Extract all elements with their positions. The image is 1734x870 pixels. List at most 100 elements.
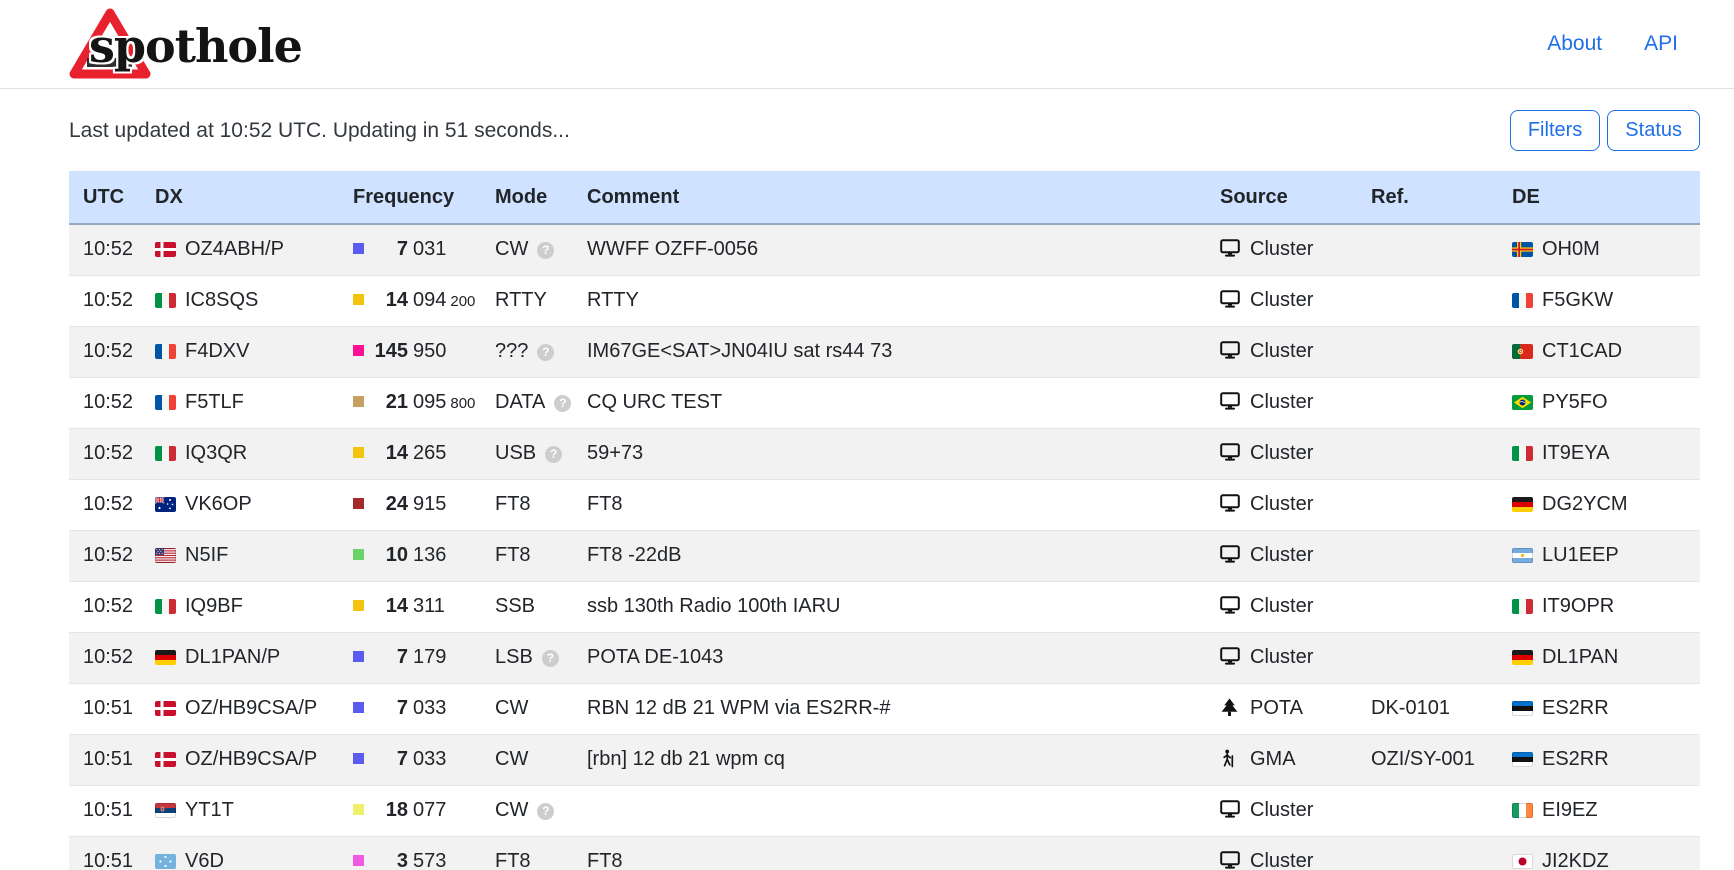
mode-label: LSB	[495, 646, 533, 668]
dx-callsign[interactable]: IQ3QR	[185, 442, 247, 464]
de-callsign[interactable]: LU1EEP	[1542, 544, 1619, 566]
freq-khz: 265	[413, 442, 446, 464]
ref-cell	[1357, 428, 1498, 479]
dx-callsign[interactable]: IQ9BF	[185, 595, 243, 617]
utc-cell: 10:52	[69, 632, 141, 683]
controls-row: Last updated at 10:52 UTC. Updating in 5…	[69, 110, 1700, 151]
de-callsign[interactable]: F5GKW	[1542, 289, 1613, 311]
de-callsign[interactable]: IT9EYA	[1542, 442, 1609, 464]
mode-help-icon[interactable]: ?	[537, 803, 554, 820]
status-button[interactable]: Status	[1607, 110, 1700, 151]
freq-mhz: 14	[369, 595, 408, 618]
dx-callsign[interactable]: YT1T	[185, 799, 234, 821]
de-callsign[interactable]: ES2RR	[1542, 748, 1609, 770]
de-callsign[interactable]: DG2YCM	[1542, 493, 1628, 515]
de-callsign[interactable]: IT9OPR	[1542, 595, 1614, 617]
freq-khz: 033	[413, 748, 446, 770]
tree-icon	[1220, 698, 1240, 717]
column-header-comment: Comment	[573, 171, 1206, 224]
de-callsign[interactable]: EI9EZ	[1542, 799, 1598, 821]
fr-flag-icon	[155, 344, 176, 359]
last-updated-text: Last updated at 10:52 UTC. Updating in 5…	[69, 119, 570, 143]
dx-callsign[interactable]: OZ/HB9CSA/P	[185, 697, 317, 719]
mode-help-icon[interactable]: ?	[537, 242, 554, 259]
de-callsign[interactable]: ES2RR	[1542, 697, 1609, 719]
freq-mhz: 14	[369, 442, 408, 465]
nav-link-api[interactable]: API	[1644, 32, 1678, 56]
de-callsign[interactable]: OH0M	[1542, 238, 1600, 260]
au-flag-icon	[155, 497, 176, 512]
spothole-logo[interactable]: spothole	[69, 6, 302, 82]
de-flag-icon	[155, 650, 176, 665]
de-callsign[interactable]: JI2KDZ	[1542, 850, 1609, 870]
pt-flag-icon	[1512, 344, 1533, 359]
brand-name: spothole	[89, 15, 302, 73]
band-color-square	[353, 498, 364, 509]
comment-cell: ssb 130th Radio 100th IARU	[573, 581, 1206, 632]
freq-mhz: 18	[369, 799, 408, 822]
dx-callsign[interactable]: F4DXV	[185, 340, 249, 362]
ee-flag-icon	[1512, 752, 1533, 767]
spot-row: 10:52 N5IF 10136 FT8 FT8 -22dB Cluster L…	[69, 530, 1700, 581]
mode-label: CW	[495, 799, 528, 821]
comment-cell: WWFF OZFF-0056	[573, 224, 1206, 275]
nav-link-about[interactable]: About	[1547, 32, 1602, 56]
band-color-square	[353, 549, 364, 560]
mode-help-icon[interactable]: ?	[545, 446, 562, 463]
top-bar: spothole About API	[0, 0, 1734, 89]
ref-cell	[1357, 632, 1498, 683]
source-label: Cluster	[1250, 493, 1313, 515]
ar-flag-icon	[1512, 548, 1533, 563]
ref-cell	[1357, 836, 1498, 870]
dx-callsign[interactable]: IC8SQS	[185, 289, 258, 311]
utc-cell: 10:52	[69, 428, 141, 479]
utc-cell: 10:52	[69, 530, 141, 581]
freq-khz: 915	[413, 493, 446, 515]
source-label: GMA	[1250, 748, 1296, 770]
filters-button[interactable]: Filters	[1510, 110, 1600, 151]
de-callsign[interactable]: CT1CAD	[1542, 340, 1622, 362]
source-label: Cluster	[1250, 340, 1313, 362]
dx-callsign[interactable]: F5TLF	[185, 391, 244, 413]
monitor-icon	[1220, 494, 1240, 513]
mode-help-icon[interactable]: ?	[542, 650, 559, 667]
band-color-square	[353, 600, 364, 611]
freq-khz: 095	[413, 391, 446, 413]
monitor-icon	[1220, 851, 1240, 870]
ref-cell	[1357, 275, 1498, 326]
column-header-source: Source	[1206, 171, 1357, 224]
source-label: Cluster	[1250, 544, 1313, 566]
dx-callsign[interactable]: V6D	[185, 850, 224, 870]
dx-callsign[interactable]: OZ/HB9CSA/P	[185, 748, 317, 770]
mode-help-icon[interactable]: ?	[554, 395, 571, 412]
ref-cell	[1357, 224, 1498, 275]
ee-flag-icon	[1512, 701, 1533, 716]
ax-flag-icon	[1512, 242, 1533, 257]
freq-mhz: 7	[369, 748, 408, 771]
de-callsign[interactable]: PY5FO	[1542, 391, 1608, 413]
de-flag-icon	[1512, 497, 1533, 512]
comment-cell	[573, 785, 1206, 836]
dx-callsign[interactable]: DL1PAN/P	[185, 646, 280, 668]
spot-row: 10:52 IC8SQS 14094200 RTTY RTTY Cluster …	[69, 275, 1700, 326]
utc-cell: 10:52	[69, 377, 141, 428]
monitor-icon	[1220, 341, 1240, 360]
de-flag-icon	[1512, 650, 1533, 665]
freq-mhz: 145	[369, 340, 408, 363]
dx-callsign[interactable]: N5IF	[185, 544, 228, 566]
freq-mhz: 7	[369, 697, 408, 720]
freq-khz: 031	[413, 238, 446, 260]
column-header-ref: Ref.	[1357, 171, 1498, 224]
dx-callsign[interactable]: OZ4ABH/P	[185, 238, 284, 260]
dx-callsign[interactable]: VK6OP	[185, 493, 252, 515]
comment-cell: RTTY	[573, 275, 1206, 326]
monitor-icon	[1220, 545, 1240, 564]
de-callsign[interactable]: DL1PAN	[1542, 646, 1618, 668]
source-label: Cluster	[1250, 289, 1313, 311]
monitor-icon	[1220, 239, 1240, 258]
utc-cell: 10:52	[69, 224, 141, 275]
mode-help-icon[interactable]: ?	[537, 344, 554, 361]
spot-row: 10:52 F5TLF 21095800 DATA? CQ URC TEST C…	[69, 377, 1700, 428]
utc-cell: 10:52	[69, 275, 141, 326]
freq-sub: 800	[450, 395, 475, 412]
